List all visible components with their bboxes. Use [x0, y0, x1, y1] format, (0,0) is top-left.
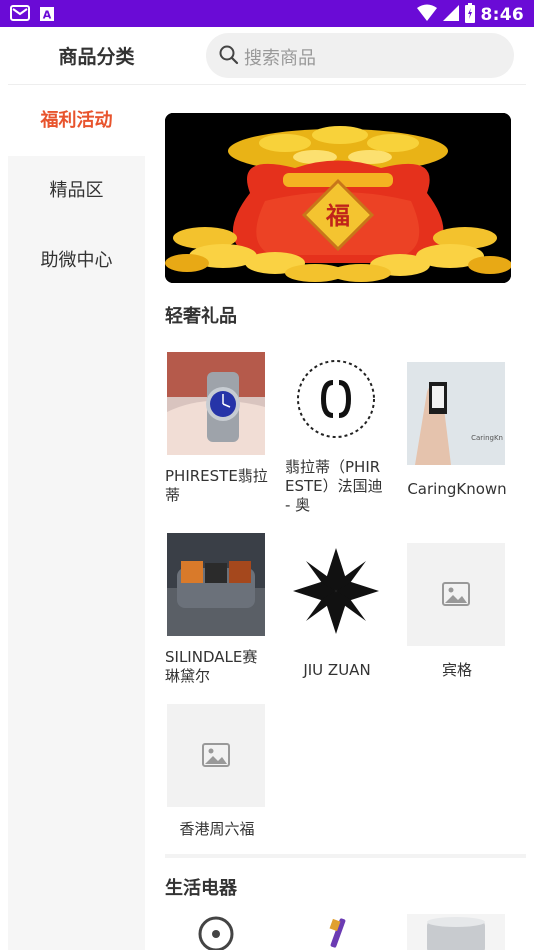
- signal-icon: [442, 4, 459, 26]
- product-label: JIU ZUAN: [303, 661, 371, 679]
- product-label: SILINDALE赛琳黛尔: [165, 648, 258, 685]
- product-thumbnail: [167, 914, 265, 950]
- product-tile[interactable]: CaringKn CaringKnown: [405, 362, 509, 512]
- product-label: 宾格: [441, 661, 472, 679]
- sidebar-item-help-center[interactable]: 助微中心: [8, 226, 145, 296]
- product-thumbnail: [407, 914, 505, 950]
- search-icon: [219, 45, 239, 69]
- product-thumbnail: [287, 533, 385, 636]
- product-tile[interactable]: JIU ZUAN: [285, 533, 389, 693]
- image-placeholder-icon: [442, 582, 470, 610]
- product-label: 翡拉蒂（PHIRESTE）法国迪 - 奥: [285, 458, 383, 514]
- lucky-bag-illustration: 福: [165, 113, 511, 283]
- svg-text:A: A: [43, 8, 52, 21]
- product-thumbnail: [287, 914, 385, 950]
- product-tile[interactable]: [285, 914, 389, 950]
- section-divider: [165, 854, 526, 858]
- sidebar-item-label: 福利活动: [40, 110, 113, 131]
- product-label: CaringKnown: [407, 480, 507, 498]
- promo-banner[interactable]: 福: [165, 113, 511, 283]
- category-sidebar: 福利活动 精品区 助微中心: [8, 86, 145, 950]
- product-thumbnail-placeholder: [407, 543, 505, 646]
- search-placeholder: 搜索商品: [244, 48, 316, 69]
- product-tile[interactable]: SILINDALE赛琳黛尔: [165, 533, 269, 693]
- sidebar-item-boutique[interactable]: 精品区: [8, 156, 145, 226]
- product-tile[interactable]: 翡拉蒂（PHIRESTE）法国迪 - 奥: [285, 352, 389, 522]
- sidebar-item-welfare[interactable]: 福利活动: [8, 86, 145, 156]
- product-tile[interactable]: PHIRESTE翡拉蒂: [165, 352, 269, 512]
- svg-text:CaringKn: CaringKn: [471, 434, 503, 442]
- search-input[interactable]: 搜索商品: [206, 33, 514, 78]
- product-thumbnail: [167, 352, 265, 455]
- image-placeholder-icon: [202, 743, 230, 771]
- wifi-icon: [416, 4, 437, 26]
- category-content: 福 轻奢礼品 PHIRESTE翡拉蒂 翡拉蒂（PHIRESTE）法国迪 - 奥 …: [145, 86, 526, 950]
- product-thumbnail-placeholder: [167, 704, 265, 807]
- sidebar-item-label: 精品区: [49, 180, 104, 201]
- product-tile[interactable]: 宾格: [405, 543, 509, 693]
- page-title: 商品分类: [58, 46, 135, 68]
- product-label: PHIRESTE翡拉蒂: [165, 467, 268, 504]
- product-label: 香港周六福: [179, 820, 255, 838]
- product-tile[interactable]: [405, 914, 509, 950]
- mail-icon: [10, 5, 30, 25]
- product-tile[interactable]: 香港周六福: [165, 704, 269, 844]
- status-bar: A 8:46: [0, 0, 534, 27]
- banner-badge-text: 福: [325, 202, 350, 230]
- clock-time: 8:46: [480, 5, 524, 25]
- sidebar-item-label: 助微中心: [40, 250, 113, 271]
- battery-icon: [464, 3, 475, 27]
- product-thumbnail: [167, 533, 265, 636]
- main-frame: 福利活动 精品区 助微中心 福 轻奢礼品 PHIRESTE翡拉蒂 翡拉蒂（PHI…: [8, 86, 526, 950]
- section-title-home-appliances: 生活电器: [165, 878, 237, 899]
- header-bar: 商品分类 搜索商品: [8, 27, 526, 85]
- product-tile[interactable]: [165, 914, 269, 950]
- section-title-light-luxury: 轻奢礼品: [165, 306, 237, 327]
- a-badge-icon: A: [40, 6, 54, 25]
- product-thumbnail: [287, 352, 385, 455]
- product-thumbnail: CaringKn: [407, 362, 505, 465]
